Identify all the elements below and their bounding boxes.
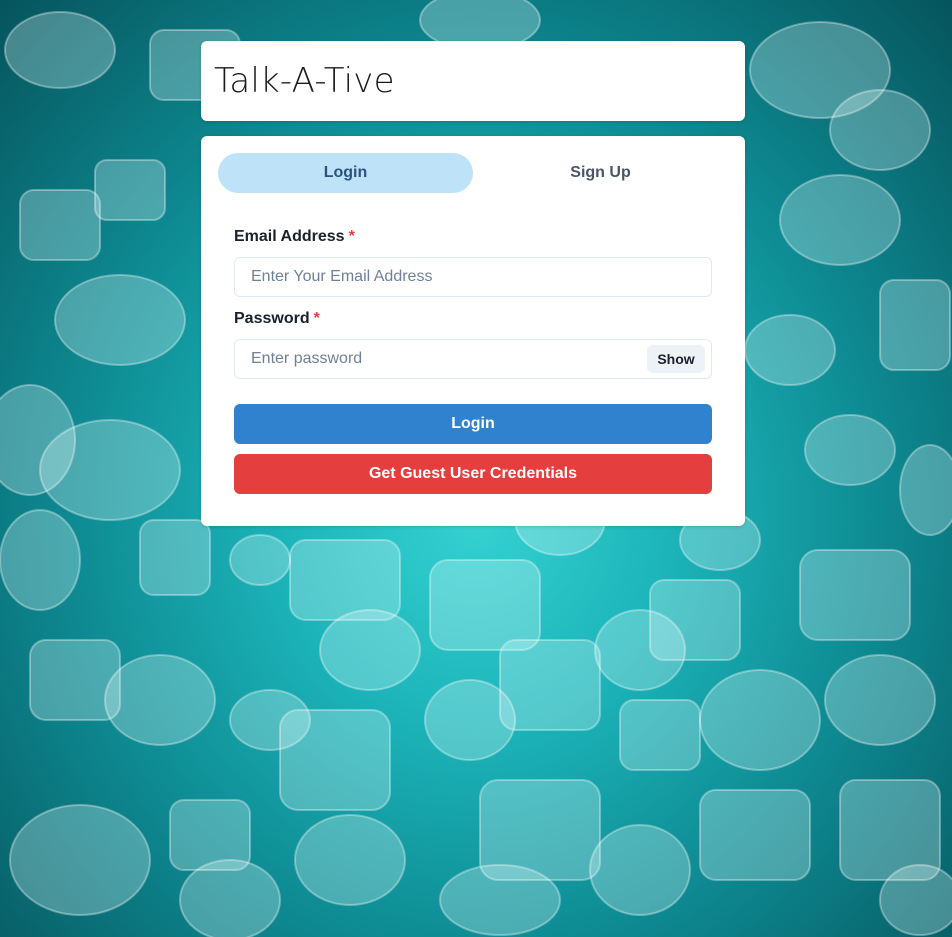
email-required-marker: * [348, 228, 355, 245]
auth-card: Login Sign Up Email Address* Password* S… [201, 136, 745, 526]
password-label-text: Password [234, 310, 310, 327]
app-title: Talk-A-Tive [214, 61, 395, 101]
email-label: Email Address * [234, 228, 355, 246]
tab-sign-up[interactable]: Sign Up [473, 153, 728, 193]
tab-login[interactable]: Login [218, 153, 473, 193]
email-label-text: Email Address [234, 228, 345, 245]
email-input[interactable] [234, 257, 712, 297]
guest-credentials-button[interactable]: Get Guest User Credentials [234, 454, 712, 494]
show-password-button[interactable]: Show [647, 345, 705, 373]
password-required-marker: * [313, 310, 320, 327]
login-button[interactable]: Login [234, 404, 712, 444]
password-input[interactable] [234, 339, 712, 379]
password-label: Password * [234, 310, 320, 328]
app-title-card: Talk-A-Tive [201, 41, 745, 121]
